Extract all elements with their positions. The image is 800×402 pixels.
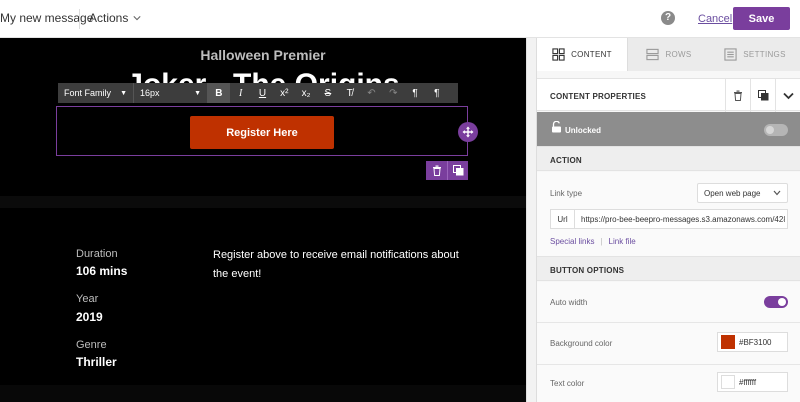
caret-down-icon: ▼ xyxy=(194,89,201,97)
duplicate-block-button[interactable] xyxy=(447,161,468,180)
caret-down-icon: ▼ xyxy=(120,89,127,97)
help-icon[interactable]: ? xyxy=(661,11,675,25)
register-here-button[interactable]: Register Here xyxy=(190,116,334,149)
redo-button[interactable]: ↷ xyxy=(382,83,404,103)
tab-settings[interactable]: SETTINGS xyxy=(709,38,800,71)
background-color-value: #BF3100 xyxy=(739,337,772,347)
genre-label: Genre xyxy=(76,339,107,351)
move-handle[interactable] xyxy=(458,122,478,142)
cancel-link[interactable]: Cancel xyxy=(698,13,732,25)
email-canvas: Halloween Premier Joker - The Origins Fo… xyxy=(0,38,526,402)
link-type-select[interactable]: Open web page xyxy=(697,183,788,203)
undo-button[interactable]: ↶ xyxy=(361,83,383,103)
superscript-button[interactable]: x² xyxy=(273,83,295,103)
font-size-select[interactable]: 16px ▼ xyxy=(134,83,208,103)
text-color-picker[interactable]: #ffffff xyxy=(717,372,788,392)
block-actions xyxy=(426,161,468,180)
duration-value: 106 mins xyxy=(76,264,128,278)
lock-status-label: Unlocked xyxy=(565,126,602,135)
link-file-link[interactable]: Link file xyxy=(609,237,636,246)
content-properties-header: CONTENT PROPERTIES xyxy=(537,78,800,112)
url-input[interactable] xyxy=(575,214,785,224)
url-prefix-label: Url xyxy=(551,210,575,228)
font-family-value: Font Family xyxy=(64,88,112,98)
chevron-down-icon xyxy=(783,92,794,99)
row-divider xyxy=(537,364,800,365)
background-color-label: Background color xyxy=(550,339,613,348)
underline-button[interactable]: U xyxy=(252,83,274,103)
bold-button[interactable]: B xyxy=(208,83,230,103)
font-family-select[interactable]: Font Family ▼ xyxy=(58,83,134,103)
year-label: Year xyxy=(76,293,99,305)
content-properties-title: CONTENT PROPERTIES xyxy=(550,92,647,101)
register-info-text[interactable]: Register above to receive email notifica… xyxy=(213,246,463,284)
duplicate-icon xyxy=(452,165,463,176)
save-button[interactable]: Save xyxy=(733,7,790,30)
action-section-header: ACTION xyxy=(537,146,800,171)
year-value: 2019 xyxy=(76,310,103,324)
duplicate-content-button[interactable] xyxy=(750,79,775,112)
tab-settings-label: SETTINGS xyxy=(743,50,786,59)
chevron-down-icon xyxy=(773,190,781,196)
delete-block-button[interactable] xyxy=(426,161,447,180)
panel-tabs: CONTENT ROWS SETTINGS xyxy=(537,38,800,71)
trash-icon xyxy=(432,165,441,176)
tab-content[interactable]: CONTENT xyxy=(537,38,628,71)
grid-icon xyxy=(552,48,565,61)
background-color-picker[interactable]: #BF3100 xyxy=(717,332,788,352)
link-separator: | xyxy=(600,237,603,246)
event-subtitle[interactable]: Halloween Premier xyxy=(0,47,526,63)
auto-width-toggle[interactable] xyxy=(764,296,788,308)
lock-toggle[interactable] xyxy=(764,124,788,136)
top-bar: My new message Actions ? Cancel Save xyxy=(0,0,800,38)
tab-content-label: CONTENT xyxy=(571,50,612,59)
text-color-swatch xyxy=(721,375,735,389)
delete-content-button[interactable] xyxy=(725,79,750,112)
italic-button[interactable]: I xyxy=(230,83,252,103)
trash-icon xyxy=(734,90,742,101)
lock-bar: Unlocked xyxy=(537,112,800,146)
clear-format-button[interactable]: T̸ xyxy=(339,83,361,103)
link-type-value: Open web page xyxy=(704,188,761,198)
tab-rows[interactable]: ROWS xyxy=(629,38,709,71)
strikethrough-button[interactable]: S xyxy=(317,83,339,103)
rows-icon xyxy=(646,48,660,61)
footer-band xyxy=(0,385,526,402)
move-arrows-icon xyxy=(462,126,474,138)
font-size-value: 16px xyxy=(140,88,160,98)
actions-label: Actions xyxy=(89,11,129,25)
topbar-divider xyxy=(79,9,80,29)
ltr-direction-button[interactable]: ¶ xyxy=(404,83,426,103)
subscript-button[interactable]: x₂ xyxy=(295,83,317,103)
button-options-title: BUTTON OPTIONS xyxy=(550,266,625,275)
settings-list-icon xyxy=(724,48,737,61)
link-type-label: Link type xyxy=(550,189,583,198)
collapse-button[interactable] xyxy=(775,79,800,112)
text-color-value: #ffffff xyxy=(739,377,757,387)
section-divider xyxy=(0,196,526,208)
unlock-icon xyxy=(552,121,561,133)
duration-label: Duration xyxy=(76,248,118,260)
auto-width-label: Auto width xyxy=(550,298,588,307)
canvas-panel-separator xyxy=(526,38,536,402)
tab-rows-label: ROWS xyxy=(665,50,692,59)
rtl-direction-button[interactable]: ¶ xyxy=(426,83,448,103)
duplicate-icon xyxy=(757,90,768,101)
url-field: Url xyxy=(550,209,788,229)
row-divider xyxy=(537,322,800,323)
action-section-title: ACTION xyxy=(550,156,582,165)
genre-value: Thriller xyxy=(76,355,117,369)
text-format-toolbar: Font Family ▼ 16px ▼ B I U x² x₂ S T̸ ↶ … xyxy=(58,83,458,103)
properties-panel: CONTENT ROWS SETTINGS CONTENT PROPERTIES… xyxy=(536,38,800,402)
actions-menu[interactable]: Actions xyxy=(89,11,141,25)
background-color-swatch xyxy=(721,335,735,349)
chevron-down-icon xyxy=(133,16,141,21)
button-options-header: BUTTON OPTIONS xyxy=(537,256,800,281)
text-color-label: Text color xyxy=(550,379,585,388)
link-options: Special links | Link file xyxy=(550,237,636,246)
special-links-link[interactable]: Special links xyxy=(550,237,594,246)
